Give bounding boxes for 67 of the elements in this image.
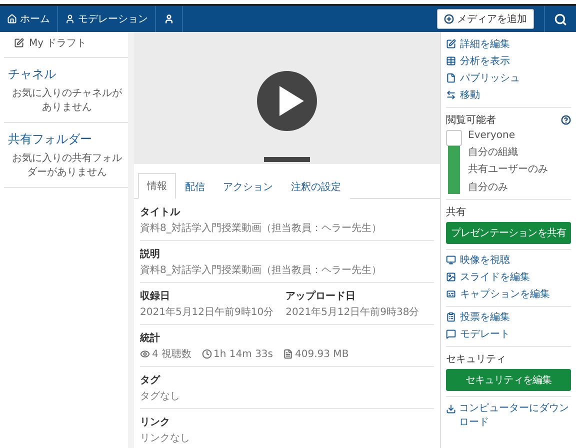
slider-thumb[interactable]	[446, 130, 462, 146]
field-value: 資料8_対話学入門授業動画（担当教員：ヘラー先生）	[140, 222, 382, 235]
empty-note: お気に入りの共有フォルダーがありません	[11, 152, 123, 179]
section-title: 閲覧可能者	[446, 114, 496, 127]
download-link[interactable]: コンピューターにダウンロード	[446, 397, 571, 435]
clipboard-icon	[446, 312, 456, 322]
home-icon	[7, 14, 17, 24]
user-icon	[164, 14, 174, 24]
pen-icon	[14, 38, 24, 48]
action-link[interactable]: 投票を編集	[446, 310, 571, 324]
visibility-option: 自分のみ	[468, 180, 548, 194]
visibility-option: 共有ユーザーのみ	[468, 162, 548, 176]
field-label: タグ	[140, 374, 162, 387]
speech-bubble-icon	[446, 329, 456, 339]
user-icon	[65, 14, 75, 24]
captions-icon	[446, 289, 456, 299]
help-icon[interactable]	[561, 115, 571, 125]
stat: 409.93 MB	[283, 347, 349, 361]
field-label: リンク	[140, 416, 171, 429]
stat: 4 視聴数	[140, 347, 192, 361]
action-link[interactable]: 詳細を編集	[446, 37, 571, 51]
action-link[interactable]: 移動	[446, 88, 571, 102]
section-title: 共有	[446, 206, 467, 219]
nav-link[interactable]: ホーム	[0, 6, 58, 32]
monitor-icon	[446, 255, 456, 265]
action-link[interactable]: キャプションを編集	[446, 287, 571, 301]
visibility-option: Everyone	[468, 130, 548, 141]
field-value: 資料8_対話学入門授業動画（担当教員：ヘラー先生）	[140, 264, 382, 277]
visibility-slider[interactable]	[448, 132, 460, 194]
action-link[interactable]: 分析を表示	[446, 54, 571, 68]
field-label: タイトル	[140, 206, 182, 219]
field-label: 説明	[140, 248, 161, 261]
visibility-option: 自分の組織	[468, 144, 548, 159]
action-link[interactable]: モデレート	[446, 327, 571, 341]
document-icon	[283, 349, 294, 359]
plus-icon	[444, 14, 454, 24]
tab[interactable]: 情報	[138, 173, 176, 199]
field-value: 2021年5月12日午前9時38分	[286, 306, 420, 319]
video-caption-bar	[264, 157, 310, 162]
table-icon	[446, 56, 456, 66]
download-icon	[446, 404, 456, 414]
video-player[interactable]	[134, 32, 440, 164]
field-label: アップロード日	[286, 289, 357, 303]
image-icon	[446, 272, 456, 282]
file-icon	[446, 73, 456, 83]
action-link[interactable]: スライドを編集	[446, 270, 571, 284]
action-link[interactable]: 映像を視聴	[446, 253, 571, 267]
action-link[interactable]: パブリッシュ	[446, 71, 571, 85]
section-title[interactable]: チャネル	[8, 66, 126, 83]
field-value: リンクなし	[140, 432, 190, 445]
pen-icon	[446, 39, 456, 49]
stat: 1h 14m 33s	[202, 347, 274, 361]
section-title[interactable]: 共有フォルダー	[8, 131, 126, 148]
security-button[interactable]: セキュリティを編集	[446, 369, 571, 391]
eye-icon	[140, 349, 150, 359]
search-icon	[554, 12, 567, 26]
add-media-button[interactable]: メディアを追加	[437, 9, 534, 29]
field-label: 統計	[140, 332, 161, 345]
clock-icon	[202, 349, 212, 359]
section-title: セキュリティ	[446, 353, 507, 366]
field-value: 2021年5月12日午前9時10分	[140, 306, 274, 319]
play-icon[interactable]	[257, 71, 317, 131]
empty-note: お気に入りのチャネルがありません	[11, 86, 123, 114]
arrows-icon	[446, 90, 456, 100]
field-value: タグなし	[140, 390, 180, 403]
share-button[interactable]: プレゼンテーションを共有	[446, 222, 571, 244]
field-label: 収録日	[140, 290, 171, 303]
